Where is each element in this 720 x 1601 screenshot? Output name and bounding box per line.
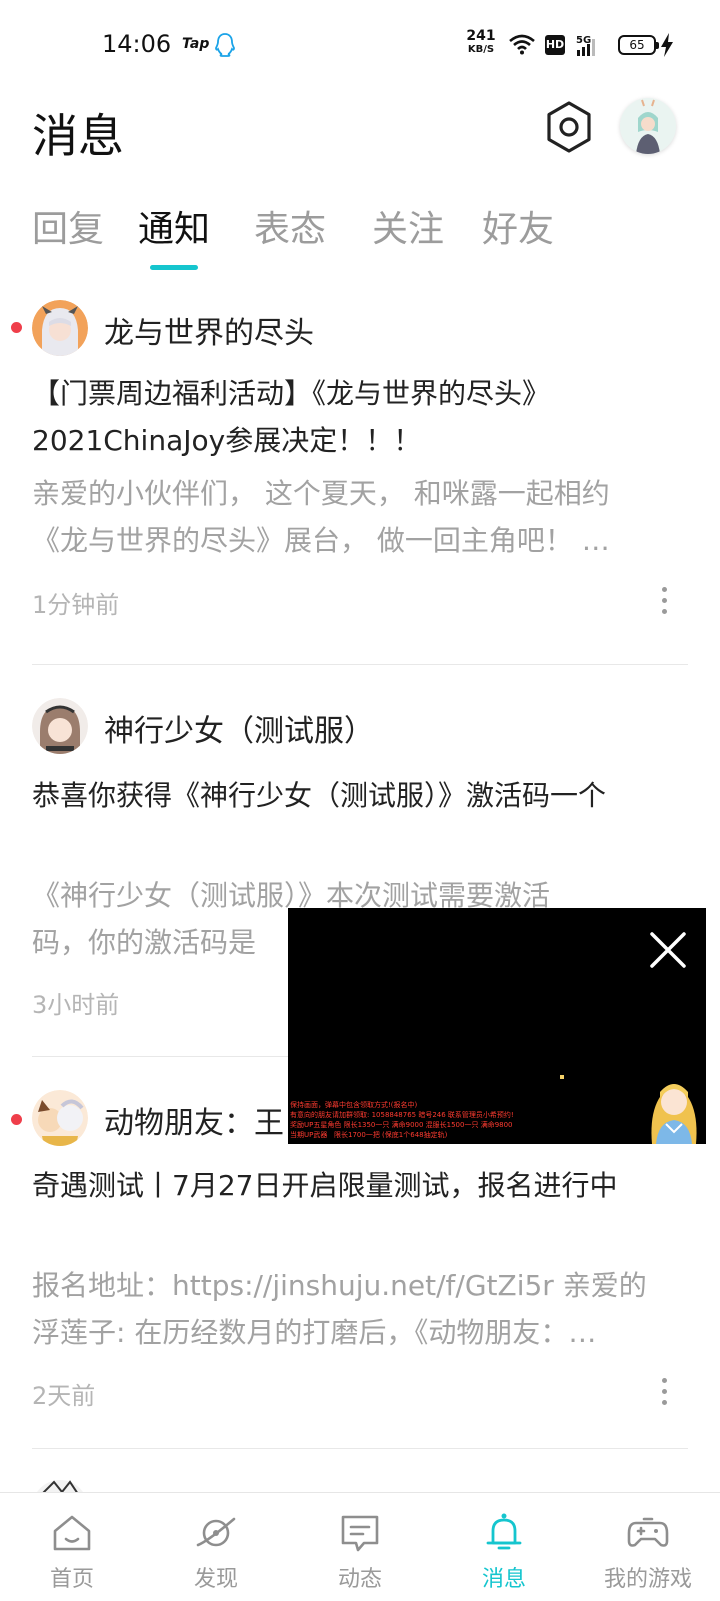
chat-icon	[341, 1515, 379, 1552]
tab-following[interactable]: 关注	[372, 200, 444, 252]
active-tab-indicator	[150, 265, 198, 270]
notification-time: 2天前	[32, 1382, 96, 1410]
game-avatar[interactable]	[32, 300, 88, 356]
notification-time: 3小时前	[32, 991, 120, 1019]
next-item-avatar	[32, 1480, 88, 1492]
nav-home[interactable]: 首页	[0, 1493, 144, 1601]
floating-video-player[interactable]: 保持画面，弹幕中包含领取方式!(报名中) 有意向的朋友请加群领取: 1058848…	[288, 908, 706, 1144]
unread-dot	[11, 322, 22, 333]
divider	[32, 664, 688, 665]
notification-time: 1分钟前	[32, 591, 120, 619]
wifi-icon	[509, 34, 535, 55]
nav-messages[interactable]: 消息	[432, 1493, 576, 1601]
settings-icon[interactable]	[544, 100, 594, 154]
unread-dot	[11, 1114, 22, 1125]
qq-icon	[215, 33, 235, 57]
video-subtitles: 保持画面，弹幕中包含领取方式!(报名中) 有意向的朋友请加群领取: 1058848…	[290, 1101, 514, 1139]
divider	[32, 1448, 688, 1449]
network-speed: 241 KB/S	[466, 28, 496, 55]
home-icon	[53, 1515, 91, 1551]
notification-tabs: 回复 通知 表态 关注 好友	[0, 200, 720, 280]
battery-indicator: 65	[618, 35, 659, 55]
more-options-icon[interactable]	[660, 1378, 668, 1406]
nav-feed[interactable]: 动态	[288, 1493, 432, 1601]
video-character-image	[651, 1084, 697, 1144]
hd-badge: HD	[545, 35, 565, 55]
notification-title: 【门票周边福利活动】《龙与世界的尽头》2021ChinaJoy参展决定！！！	[32, 377, 551, 457]
status-bar: 14:06 Tap 241 KB/S HD 5G 65	[0, 0, 720, 92]
tab-friends[interactable]: 好友	[482, 200, 554, 252]
video-sparkle	[560, 1075, 564, 1079]
bottom-navigation: 首页 发现 动态 消息 我的游戏	[0, 1492, 720, 1601]
status-time: 14:06	[102, 30, 172, 58]
tab-replies[interactable]: 回复	[32, 200, 104, 252]
notification-title: 恭喜你获得《神行少女（测试服）》激活码一个	[32, 779, 607, 812]
notification-body: 报名地址：https://jinshuju.net/f/GtZi5r 亲爱的 浮…	[32, 1269, 647, 1349]
notification-body: 亲爱的小伙伴们， 这个夏天， 和咪露一起相约 《龙与世界的尽头》展台， 做一回主…	[32, 477, 610, 557]
notification-source: 动物朋友：王	[104, 1106, 284, 1141]
game-avatar[interactable]	[32, 1090, 88, 1146]
more-options-icon[interactable]	[660, 587, 668, 615]
nav-discover[interactable]: 发现	[144, 1493, 288, 1601]
notification-source: 龙与世界的尽头	[104, 316, 314, 351]
tab-notifications[interactable]: 通知	[138, 200, 210, 252]
notification-source: 神行少女（测试服）	[104, 714, 374, 749]
notification-title: 奇遇测试丨7月27日开启限量测试，报名进行中	[32, 1169, 618, 1202]
bell-icon	[486, 1513, 522, 1550]
charging-icon	[661, 33, 673, 57]
nav-my-games[interactable]: 我的游戏	[576, 1493, 720, 1601]
page-title: 消息	[32, 109, 124, 163]
tab-reactions[interactable]: 表态	[254, 200, 326, 252]
game-avatar[interactable]	[32, 698, 88, 754]
signal-5g-icon: 5G	[576, 35, 595, 56]
gamepad-icon	[627, 1517, 669, 1547]
planet-icon	[196, 1517, 236, 1547]
close-icon[interactable]	[648, 930, 688, 970]
tap-app-icon: Tap	[182, 36, 210, 52]
user-avatar[interactable]	[620, 98, 676, 154]
